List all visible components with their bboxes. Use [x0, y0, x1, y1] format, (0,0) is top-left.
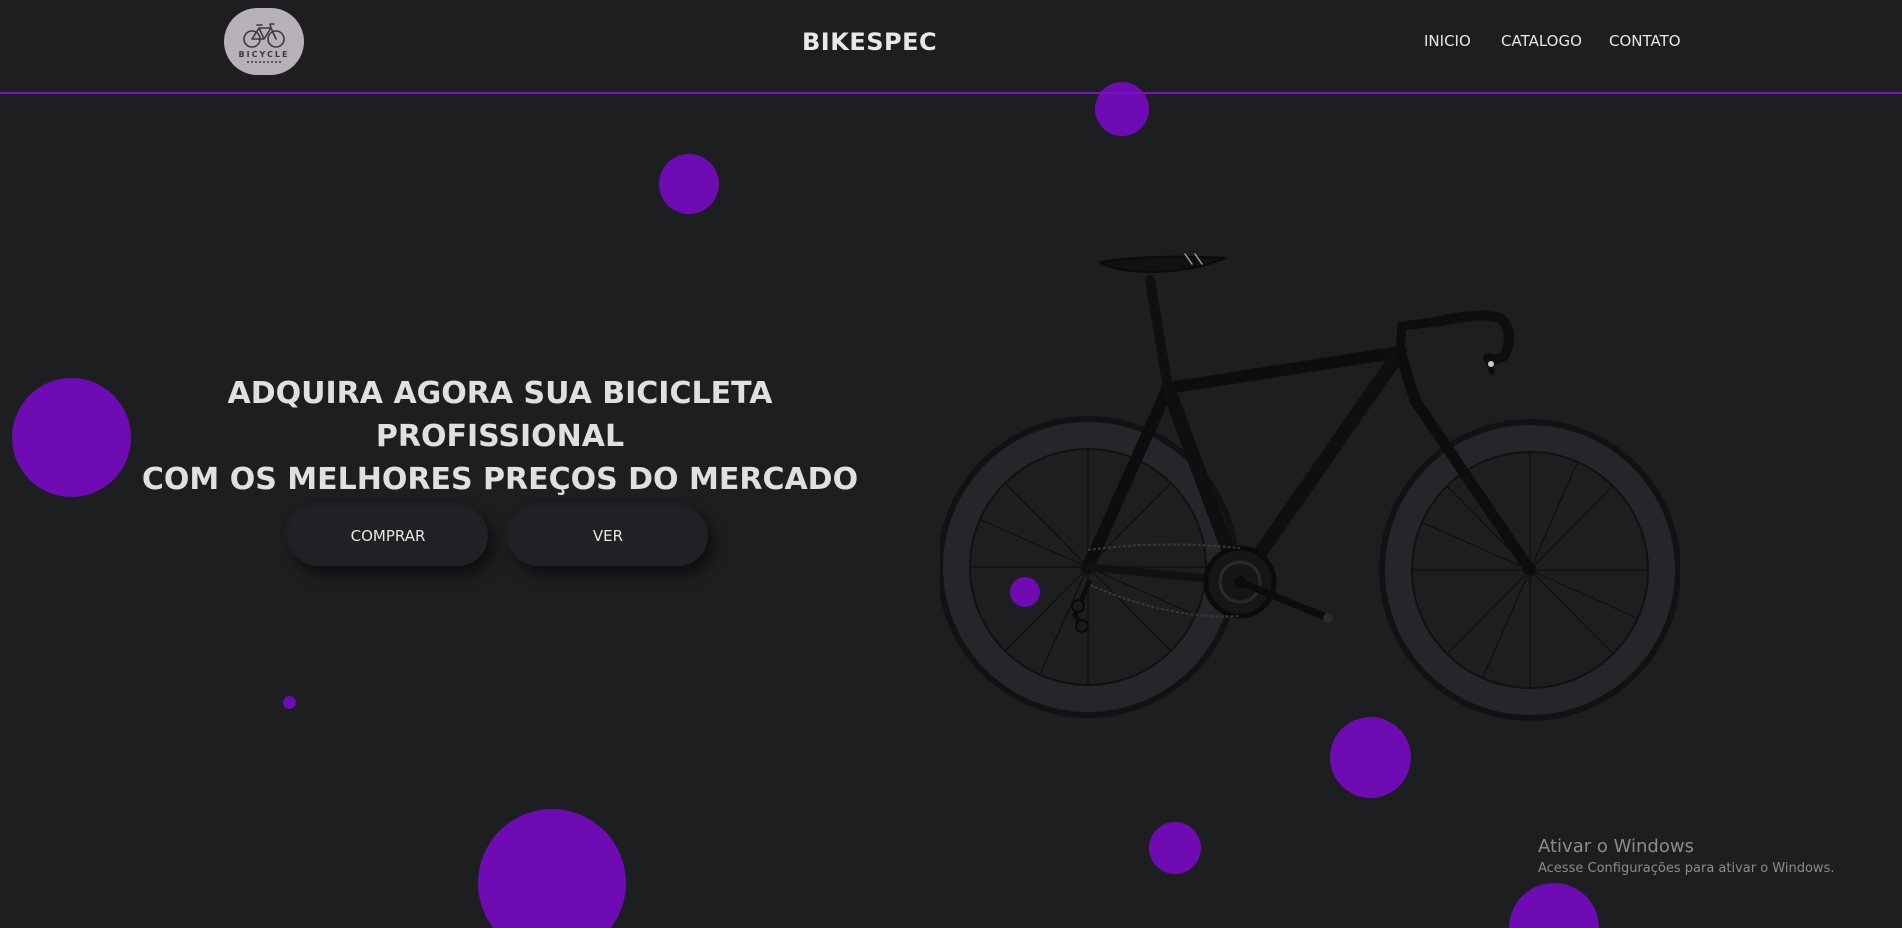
bicycle-icon [243, 22, 285, 48]
nav-link-contato[interactable]: CONTATO [1609, 32, 1681, 50]
decorative-circle [283, 696, 296, 709]
site-header: BICYCLE BIKESPEC INICIO CATALOGO CONTATO [0, 0, 1902, 94]
logo-text: BICYCLE [238, 49, 290, 59]
logo-tagline [247, 60, 281, 63]
windows-activation-subtitle: Acesse Configurações para ativar o Windo… [1538, 861, 1835, 876]
decorative-circle [12, 378, 131, 497]
decorative-circle [478, 809, 626, 928]
decorative-circle [1149, 822, 1201, 874]
logo[interactable]: BICYCLE [224, 8, 304, 75]
decorative-circle [659, 154, 719, 214]
nav-link-inicio[interactable]: INICIO [1424, 32, 1471, 50]
bike-frame [1082, 253, 1536, 589]
road-bike-image [940, 253, 1680, 721]
hero-headline: ADQUIRA AGORA SUA BICICLETA PROFISSIONAL… [120, 372, 880, 501]
nav-link-catalogo[interactable]: CATALOGO [1501, 32, 1582, 50]
windows-activation-title: Ativar o Windows [1538, 836, 1694, 857]
brand-title[interactable]: BIKESPEC [802, 28, 937, 56]
page: BICYCLE BIKESPEC INICIO CATALOGO CONTATO… [0, 0, 1902, 928]
decorative-circle [1330, 717, 1411, 798]
hero-headline-line-1: ADQUIRA AGORA SUA BICICLETA PROFISSIONAL [227, 376, 773, 454]
comprar-button[interactable]: COMPRAR [288, 506, 488, 566]
hero-headline-line-2: COM OS MELHORES PREÇOS DO MERCADO [141, 462, 859, 497]
decorative-circle [1010, 577, 1040, 607]
ver-button[interactable]: VER [508, 506, 708, 566]
decorative-circle [1509, 883, 1599, 928]
